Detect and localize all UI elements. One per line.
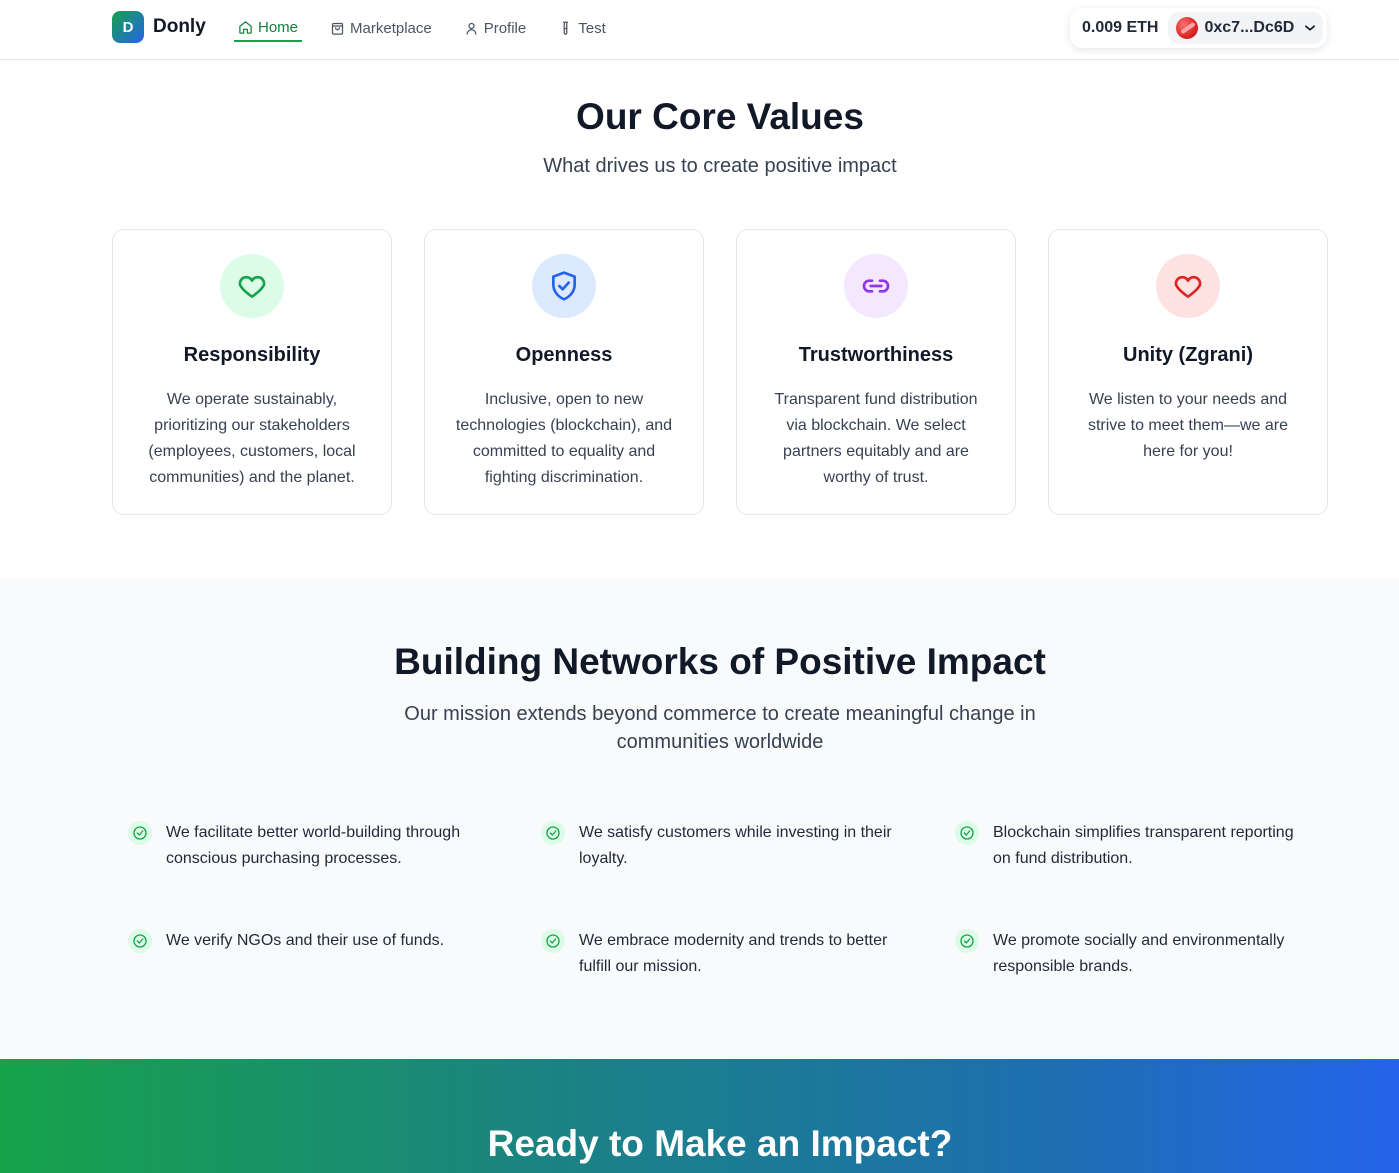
mission-point-text: We satisfy customers while investing in … (579, 824, 892, 867)
value-card-title: Openness (515, 344, 613, 366)
check-circle-icon (541, 929, 565, 953)
home-icon (239, 21, 252, 34)
brand-name: Donly (153, 16, 206, 37)
value-card-text: We listen to your needs and strive to me… (1087, 391, 1289, 460)
cta-banner: Ready to Make an Impact? (0, 1059, 1399, 1173)
value-icon-circle (532, 254, 596, 318)
link-icon (862, 279, 890, 293)
mission-point-text: We verify NGOs and their use of funds. (166, 932, 445, 949)
value-card-text: Inclusive, open to new technologies (blo… (455, 391, 673, 486)
value-card-responsibility: Responsibility We operate sustainably, p… (112, 229, 392, 515)
value-card-title: Unity (Zgrani) (1123, 344, 1253, 366)
mission-point: Blockchain simplifies transparent report… (955, 820, 1315, 872)
value-card-text: Transparent fund distribution via blockc… (774, 391, 978, 486)
check-circle-icon (128, 821, 152, 845)
shield-check-icon (552, 271, 576, 301)
nav-test-label: Test (578, 20, 606, 37)
value-icon-circle (844, 254, 908, 318)
check-circle-icon (955, 929, 979, 953)
check-circle-icon (128, 929, 152, 953)
wallet-widget: 0.009 ETH 0xc7...Dc6D (1070, 8, 1327, 48)
user-icon (466, 22, 477, 35)
mission-point: We facilitate better world-building thro… (128, 820, 488, 872)
main-nav: Home Marketplace Profile Test (234, 17, 634, 42)
chevron-down-icon (1305, 25, 1315, 31)
wallet-balance[interactable]: 0.009 ETH (1082, 19, 1158, 37)
nav-home[interactable]: Home (234, 17, 303, 42)
brand-logo[interactable]: D Donly (112, 11, 206, 43)
mission-point: We verify NGOs and their use of funds. (128, 928, 488, 954)
top-navbar: D Donly Home Marketplace Profile Test 0.… (0, 0, 1399, 60)
nav-home-label: Home (258, 19, 299, 36)
heart-icon (1174, 275, 1202, 298)
value-icon-circle (1156, 254, 1220, 318)
mission-point-text: Blockchain simplifies transparent report… (993, 824, 1294, 867)
nav-marketplace[interactable]: Marketplace (326, 18, 436, 41)
value-card-title: Trustworthiness (798, 344, 954, 366)
value-icon-circle (220, 254, 284, 318)
value-card-unity: Unity (Zgrani) We listen to your needs a… (1048, 229, 1328, 515)
nav-test[interactable]: Test (554, 18, 610, 41)
mission-point: We promote socially and environmentally … (955, 928, 1315, 980)
test-tube-icon (563, 21, 569, 35)
heart-outline-icon (238, 275, 266, 298)
mission-point-text: We promote socially and environmentally … (993, 932, 1285, 975)
nav-profile[interactable]: Profile (460, 18, 531, 41)
account-button[interactable]: 0xc7...Dc6D (1168, 12, 1323, 44)
mission-point-text: We embrace modernity and trends to bette… (579, 932, 888, 975)
wallet-address: 0xc7...Dc6D (1204, 19, 1295, 36)
bag-icon (331, 22, 344, 35)
check-circle-icon (955, 821, 979, 845)
value-card-title: Responsibility (183, 344, 321, 366)
value-card-text: We operate sustainably, prioritizing our… (148, 391, 356, 486)
value-card-trustworthiness: Trustworthiness Transparent fund distrib… (736, 229, 1016, 515)
nav-marketplace-label: Marketplace (350, 20, 432, 37)
mission-section: Building Networks of Positive Impact Our… (0, 579, 1399, 1059)
mission-title: Building Networks of Positive Impact (394, 641, 1046, 682)
wallet-avatar (1176, 17, 1199, 39)
mission-subtitle: Our mission extends beyond commerce to c… (404, 703, 1036, 753)
cta-title: Ready to Make an Impact? (487, 1123, 953, 1164)
check-circle-icon (541, 821, 565, 845)
mission-point-text: We facilitate better world-building thro… (166, 824, 461, 867)
value-card-openness: Openness Inclusive, open to new technolo… (424, 229, 704, 515)
nav-profile-label: Profile (483, 20, 527, 37)
core-values-title: Our Core Values (576, 96, 864, 137)
mission-point: We embrace modernity and trends to bette… (541, 928, 901, 980)
core-values-subtitle: What drives us to create positive impact (543, 155, 897, 177)
logo-mark: D (112, 11, 144, 43)
mission-point: We satisfy customers while investing in … (541, 820, 901, 872)
